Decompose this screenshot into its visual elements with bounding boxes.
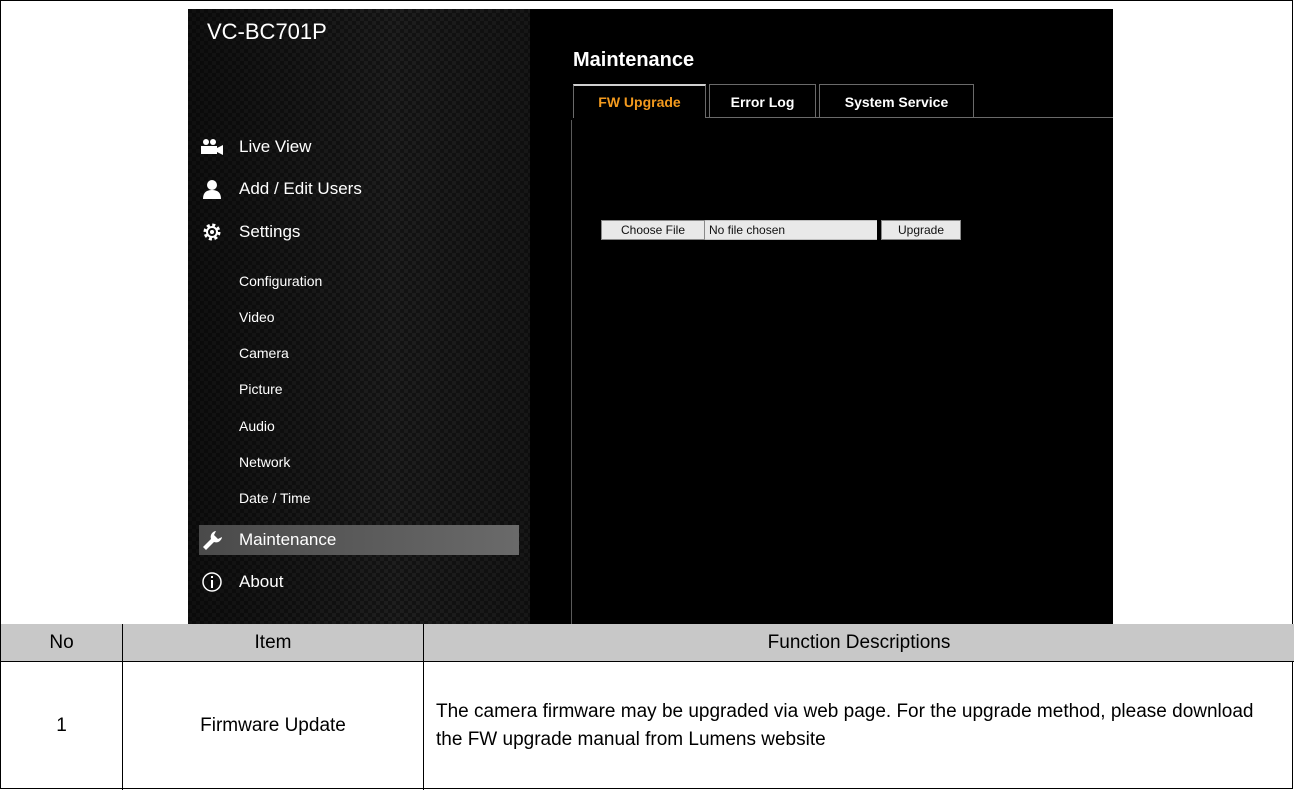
- header-desc: Function Descriptions: [767, 631, 951, 653]
- nav-about[interactable]: About: [199, 567, 519, 597]
- header-item: Item: [254, 631, 292, 653]
- video-camera-icon: [199, 135, 225, 159]
- camera-web-ui: VC-BC701P Live View Add / Edit Users Set…: [188, 9, 1113, 625]
- device-model: VC-BC701P: [207, 19, 327, 44]
- nav-label: Add / Edit Users: [239, 179, 362, 198]
- sub-item-network[interactable]: Network: [239, 454, 290, 470]
- row-desc: The camera firmware may be upgraded via …: [436, 700, 1254, 750]
- choose-file-button[interactable]: Choose File: [601, 220, 705, 240]
- screenshot-cell: VC-BC701P Live View Add / Edit Users Set…: [1, 1, 1294, 625]
- info-icon: [199, 570, 225, 594]
- content-divider: [571, 120, 572, 625]
- tab-fw-upgrade[interactable]: FW Upgrade: [573, 84, 706, 118]
- nav-label: Settings: [239, 222, 301, 241]
- nav-label: About: [239, 572, 284, 591]
- nav-label: Maintenance: [239, 530, 337, 549]
- wrench-icon: [199, 528, 225, 552]
- page-title: Maintenance: [573, 49, 695, 71]
- user-icon: [199, 177, 225, 201]
- tab-error-log[interactable]: Error Log: [709, 84, 816, 118]
- upgrade-button[interactable]: Upgrade: [881, 220, 961, 240]
- header-no: No: [49, 631, 74, 653]
- table-header-row: No Item Function Descriptions: [1, 624, 1294, 662]
- file-upload-row: Choose File No file chosen Upgrade: [601, 220, 961, 240]
- row-item: Firmware Update: [200, 714, 346, 736]
- sub-item-picture[interactable]: Picture: [239, 381, 283, 397]
- nav-maintenance[interactable]: Maintenance: [199, 525, 519, 555]
- table-row: 1 Firmware Update The camera firmware ma…: [1, 661, 1294, 790]
- sub-item-configuration[interactable]: Configuration: [239, 273, 322, 289]
- sub-item-camera[interactable]: Camera: [239, 345, 289, 361]
- file-name-label: No file chosen: [705, 220, 877, 240]
- nav-live-view[interactable]: Live View: [199, 132, 519, 162]
- sub-item-video[interactable]: Video: [239, 309, 275, 325]
- sidebar: VC-BC701P Live View Add / Edit Users Set…: [188, 9, 530, 625]
- nav-label: Live View: [239, 137, 312, 156]
- sub-item-date-time[interactable]: Date / Time: [239, 490, 311, 506]
- row-no: 1: [56, 714, 67, 736]
- sub-item-audio[interactable]: Audio: [239, 418, 275, 434]
- nav-add-edit-users[interactable]: Add / Edit Users: [199, 174, 519, 204]
- tab-underline: [706, 117, 1113, 118]
- tab-system-service[interactable]: System Service: [819, 84, 974, 118]
- document-frame: VC-BC701P Live View Add / Edit Users Set…: [0, 0, 1294, 790]
- gear-icon: [199, 220, 225, 244]
- nav-settings[interactable]: Settings: [199, 217, 519, 247]
